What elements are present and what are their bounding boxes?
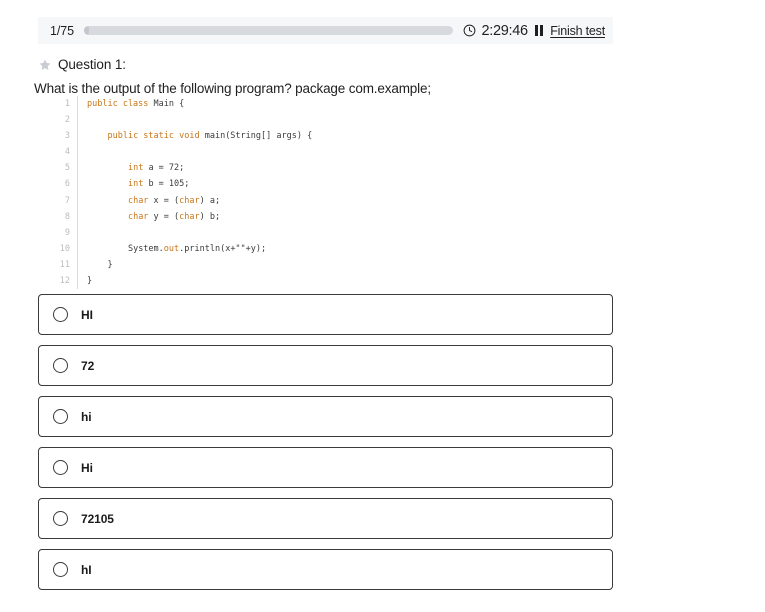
code-line-number: 1 [64,99,70,109]
code-line: 6 int b = 105; [55,176,312,193]
code-line: 12} [55,273,312,290]
answer-option[interactable]: Hi [38,447,613,488]
timer-group: 2:29:46 Finish test [463,23,605,39]
answer-option-label: Hi [81,460,93,475]
progress-bar [83,26,454,35]
code-line-text: } [87,276,93,287]
quiz-page: 1/75 2:29:46 Finish test Question 1: Wha… [0,0,765,612]
question-heading: Question 1: [38,57,126,72]
code-line-text: } [107,259,113,270]
code-line-number: 6 [64,179,70,190]
code-line-number: 5 [64,163,70,174]
code-gutter-divider [77,160,78,177]
code-gutter-divider [77,208,78,225]
code-line: 2 [55,112,312,129]
code-line-text: int a = 72; [127,163,185,174]
code-line: 1 public class Main { [55,96,312,113]
finish-test-link[interactable]: Finish test [550,24,605,38]
timer-value: 2:29:46 [481,22,528,39]
answer-option-label: hi [81,409,92,424]
radio-button-icon[interactable] [53,409,68,424]
answer-option[interactable]: hI [38,549,613,590]
code-snippet: 1 public class Main { 2 3 public static voi… [55,96,313,290]
code-line-number: 2 [64,115,70,126]
question-prompt: What is the output of the following prog… [34,81,431,96]
code-line-number: 4 [64,147,70,158]
code-line: 4 [55,144,312,161]
code-gutter-divider [77,176,78,193]
answer-option-label: 72 [81,358,95,373]
code-line: 9 [55,224,312,241]
code-gutter-divider [77,273,78,290]
code-line-text: System.out.println(x+""+y); [127,243,267,254]
answer-option-label: 72105 [81,511,114,526]
code-gutter-divider [77,96,78,113]
radio-button-icon[interactable] [53,562,68,577]
clock-icon [463,24,476,37]
code-line: 3 public static void main(String[] args)… [55,128,313,145]
code-line-number: 8 [64,211,70,222]
answer-option[interactable]: 72 [38,345,613,386]
radio-button-icon[interactable] [53,511,68,526]
question-number-label: Question 1: [58,57,126,72]
code-line-text: public static void main(String[] args) { [107,131,313,142]
code-line-text: public class Main { [87,99,185,109]
radio-button-icon[interactable] [53,358,68,373]
radio-button-icon[interactable] [53,460,68,475]
star-icon[interactable] [38,58,52,72]
code-gutter-divider [77,240,78,257]
code-line-text: char x = (char) a; [127,195,221,206]
code-line-text: int b = 105; [127,179,190,190]
code-gutter-divider [77,112,78,129]
quiz-header: 1/75 2:29:46 Finish test [38,17,613,44]
code-gutter-divider [77,224,78,241]
radio-button-icon[interactable] [53,307,68,322]
code-line-text: char y = (char) b; [127,211,221,222]
answer-options-list: HI 72 hi Hi 72105 hI [38,294,613,600]
code-gutter-divider [77,128,78,145]
code-line-number: 9 [64,227,70,238]
code-gutter-divider [77,144,78,161]
answer-option[interactable]: hi [38,396,613,437]
answer-option-label: hI [81,562,92,577]
code-line: 7 char x = (char) a; [55,192,312,209]
pause-icon[interactable] [534,25,544,36]
answer-option[interactable]: 72105 [38,498,613,539]
code-line-number: 12 [59,276,70,287]
answer-option-label: HI [81,307,93,322]
code-line-number: 11 [59,259,70,270]
code-line: 10 System.out.println(x+""+y); [55,240,312,257]
answer-option[interactable]: HI [38,294,613,335]
code-line-number: 7 [64,195,70,206]
question-counter: 1/75 [50,23,74,38]
code-gutter-divider [77,192,78,209]
progress-bar-fill [83,26,89,35]
code-line: 8 char y = (char) b; [55,208,312,225]
code-line: 5 int a = 72; [55,160,312,177]
code-line: 11 } [55,256,312,274]
code-line-number: 10 [59,243,70,254]
code-line-number: 3 [64,131,70,142]
code-gutter-divider [77,256,78,274]
